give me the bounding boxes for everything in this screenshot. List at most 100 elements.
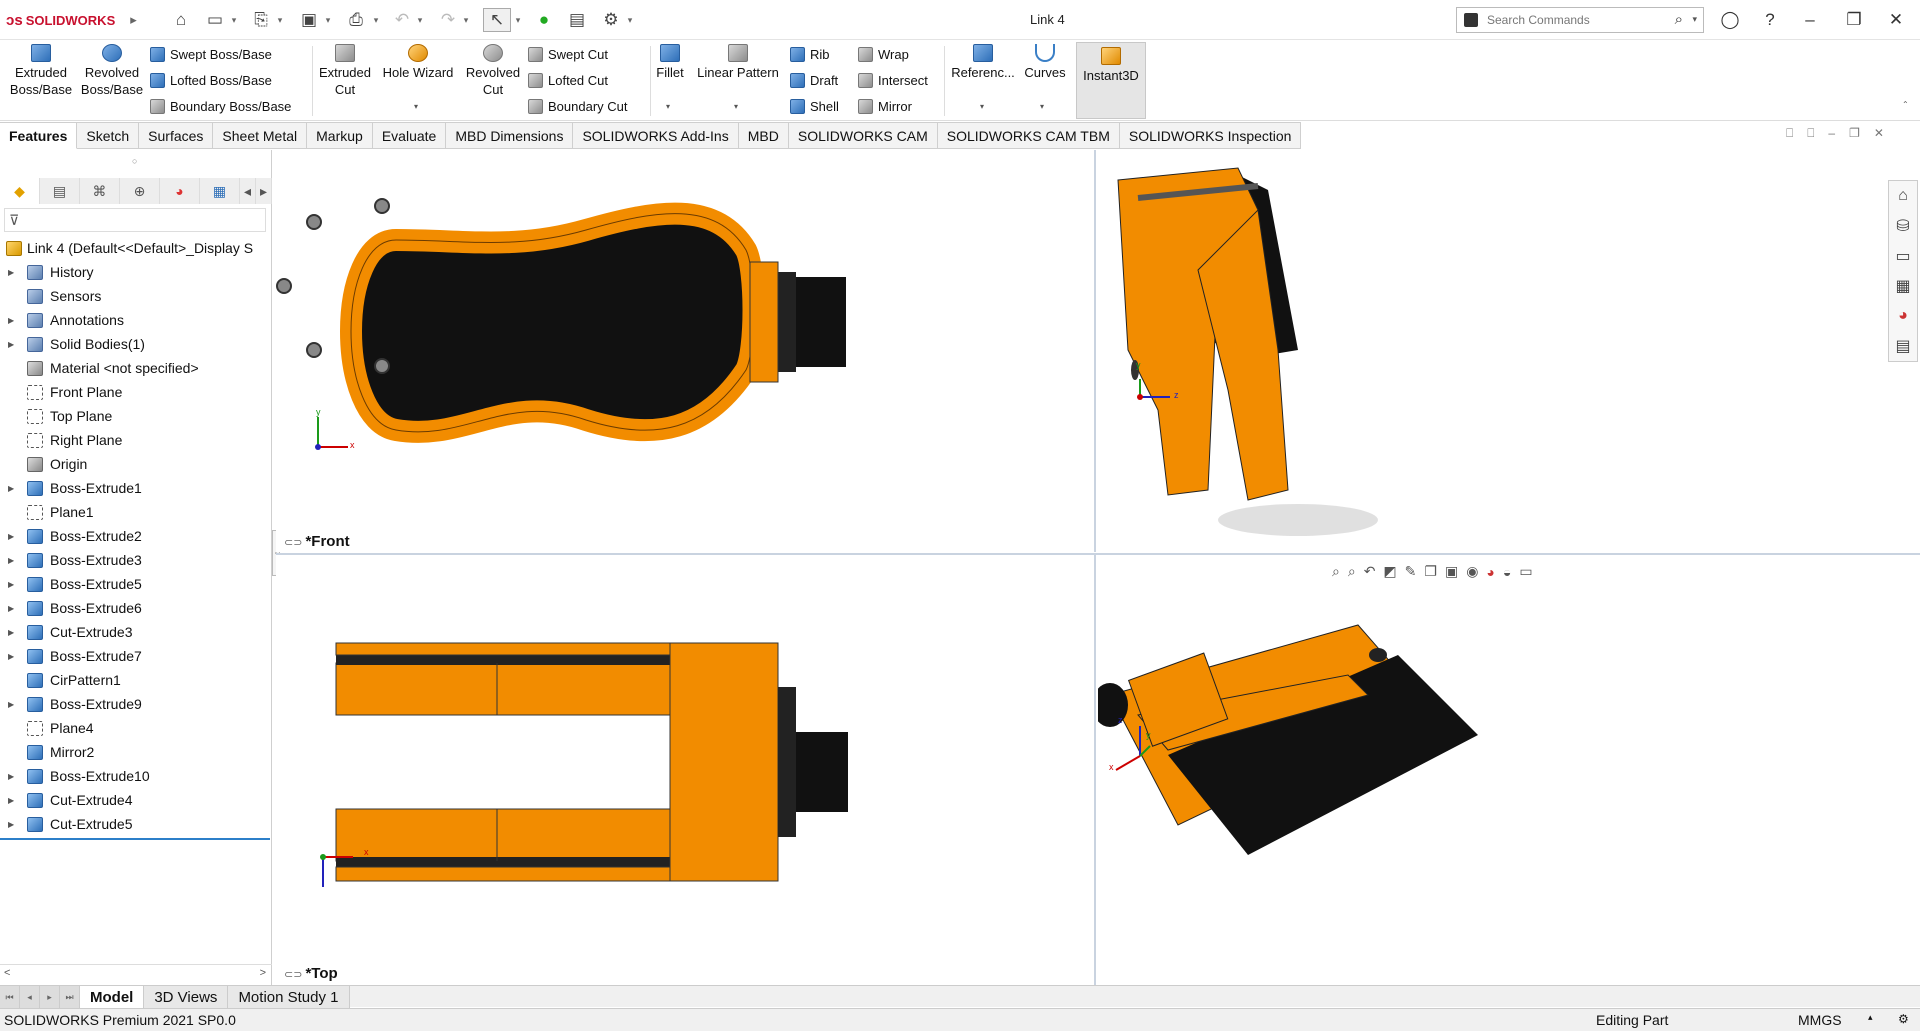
select-dropdown-icon[interactable]: ▾ [512,8,524,32]
tree-item-top-plane[interactable]: Top Plane [0,404,272,428]
configurationmanager-tab[interactable]: ⌘ [80,178,120,204]
tab-markup[interactable]: Markup [307,122,373,149]
top-viewport[interactable]: x ⊂⊃ *Top [276,555,1096,985]
tree-item-boss-extrude6[interactable]: ▶ Boss-Extrude6 [0,596,272,620]
last-tab-icon[interactable]: ⏭ [60,986,80,1008]
save-icon[interactable]: ▣ [296,8,322,32]
link-views-icon[interactable]: ⊂⊃ [284,969,302,981]
print-icon[interactable]: ⎙ [342,8,370,32]
hole-wizard-button[interactable]: Hole Wizard [380,44,456,81]
solidworks-logo[interactable]: ↄs SOLIDWORKS ▸ [6,11,137,29]
boundary-boss-button[interactable]: Boundary Boss/Base [150,96,291,116]
search-dropdown-icon[interactable]: ▾ [1692,14,1697,25]
collapse-ribbon-icon[interactable]: ⌃ [1902,100,1909,109]
home-task-icon[interactable]: ⌂ [1889,181,1917,211]
tree-item-boss-extrude2[interactable]: ▶ Boss-Extrude2 [0,524,272,548]
tab-mbd[interactable]: MBD [738,122,789,149]
expand-arrow-icon[interactable]: ▶ [8,580,14,589]
zoom-to-area-icon[interactable]: ⌕ [1348,563,1356,580]
new-document-icon[interactable]: ▭ [202,8,228,32]
custom-properties-icon[interactable]: ▤ [1889,331,1917,361]
linear-pattern-dropdown-icon[interactable]: ▾ [734,102,738,111]
dynamic-annotation-icon[interactable]: ✎ [1405,563,1417,580]
first-tab-icon[interactable]: ⏮ [0,986,20,1008]
shell-button[interactable]: Shell [790,96,839,116]
status-options-icon[interactable]: ⚙ [1898,1012,1909,1026]
tree-item-cut-extrude4[interactable]: ▶ Cut-Extrude4 [0,788,272,812]
mirror-button[interactable]: Mirror [858,96,912,116]
viewport-minimize-icon[interactable]: – [1828,126,1835,146]
fillet-dropdown-icon[interactable]: ▾ [666,102,670,111]
tree-horizontal-scrollbar[interactable]: < > [0,964,272,982]
minimize-icon[interactable]: – [1798,8,1822,32]
design-library-icon[interactable]: ⛁ [1889,211,1917,241]
tree-item-material-not-specified[interactable]: Material <not specified> [0,356,272,380]
scroll-left-icon[interactable]: < [4,967,10,979]
cam-tab[interactable]: ▦ [200,178,240,204]
redo-dropdown-icon[interactable]: ▾ [460,8,472,32]
expand-arrow-icon[interactable]: ▶ [8,604,14,613]
link-view-icon[interactable]: ⎕ [1786,126,1793,146]
curves-dropdown-icon[interactable]: ▾ [1040,102,1044,111]
tree-item-sensors[interactable]: Sensors [0,284,272,308]
tree-item-boss-extrude7[interactable]: ▶ Boss-Extrude7 [0,644,272,668]
view-palette-icon[interactable]: ▦ [1889,271,1917,301]
undo-dropdown-icon[interactable]: ▾ [414,8,426,32]
file-properties-icon[interactable]: ▤ [564,8,590,32]
tab-solidworks-cam[interactable]: SOLIDWORKS CAM [788,122,938,149]
lofted-cut-button[interactable]: Lofted Cut [528,70,608,90]
close-icon[interactable]: ✕ [1884,8,1908,32]
swept-cut-button[interactable]: Swept Cut [528,44,608,64]
tree-item-history[interactable]: ▶ History [0,260,272,284]
viewport-close-icon[interactable]: ✕ [1874,126,1884,146]
tree-item-origin[interactable]: Origin [0,452,272,476]
tree-root-part[interactable]: Link 4 (Default<<Default>_Display S [0,236,272,260]
rib-button[interactable]: Rib [790,44,830,64]
edit-appearance-icon[interactable]: ◕ [1486,564,1494,580]
tree-item-boss-extrude1[interactable]: ▶ Boss-Extrude1 [0,476,272,500]
fillet-button[interactable]: Fillet [652,44,688,81]
unlink-view-icon[interactable]: ⎕ [1807,126,1814,146]
tree-item-plane4[interactable]: Plane4 [0,716,272,740]
expand-arrow-icon[interactable]: ▶ [8,316,14,325]
tree-item-boss-extrude10[interactable]: ▶ Boss-Extrude10 [0,764,272,788]
tab-3d-views[interactable]: 3D Views [144,986,229,1008]
tree-item-boss-extrude5[interactable]: ▶ Boss-Extrude5 [0,572,272,596]
view-settings-icon[interactable]: ▭ [1519,563,1532,580]
tree-item-front-plane[interactable]: Front Plane [0,380,272,404]
expand-arrow-icon[interactable]: ▶ [8,340,14,349]
scroll-right-icon[interactable]: > [260,967,266,979]
viewport-restore-icon[interactable]: ❐ [1849,126,1860,146]
revolved-boss-button[interactable]: Revolved Boss/Base [78,44,146,98]
restore-icon[interactable]: ❐ [1842,8,1866,32]
tree-item-cut-extrude5[interactable]: ▶ Cut-Extrude5 [0,812,272,836]
displaymanager-tab[interactable]: ◕ [160,178,200,204]
panel-grip-icon[interactable]: ○ [132,156,137,166]
draft-button[interactable]: Draft [790,70,838,90]
search-commands-input[interactable]: Search Commands ⌕ ▾ [1456,7,1704,33]
open-icon[interactable]: ⎘ [248,8,274,32]
prev-tab-icon[interactable]: ◂ [20,986,40,1008]
extruded-boss-button[interactable]: Extruded Boss/Base [4,44,78,98]
tab-sheet-metal[interactable]: Sheet Metal [213,122,308,149]
home-icon[interactable]: ⌂ [168,8,194,32]
expand-arrow-icon[interactable]: ▶ [8,532,14,541]
boundary-cut-button[interactable]: Boundary Cut [528,96,628,116]
hide-show-items-icon[interactable]: ◉ [1466,563,1478,580]
print-dropdown-icon[interactable]: ▾ [370,8,382,32]
tab-surfaces[interactable]: Surfaces [139,122,214,149]
lofted-boss-button[interactable]: Lofted Boss/Base [150,70,272,90]
previous-view-icon[interactable]: ↶ [1364,563,1376,580]
rebuild-icon[interactable]: ● [532,8,556,32]
tree-item-cut-extrude3[interactable]: ▶ Cut-Extrude3 [0,620,272,644]
display-style-icon[interactable]: ▣ [1445,563,1458,580]
new-dropdown-icon[interactable]: ▾ [228,8,240,32]
reference-geometry-button[interactable]: Referenc... [946,44,1020,81]
reference-dropdown-icon[interactable]: ▾ [980,102,984,111]
expand-arrow-icon[interactable]: ▶ [8,820,14,829]
appearances-icon[interactable]: ◕ [1889,301,1917,331]
redo-icon[interactable]: ↷ [436,8,460,32]
options-gear-icon[interactable]: ⚙ [598,8,624,32]
save-dropdown-icon[interactable]: ▾ [322,8,334,32]
section-view-icon[interactable]: ◩ [1383,563,1396,580]
